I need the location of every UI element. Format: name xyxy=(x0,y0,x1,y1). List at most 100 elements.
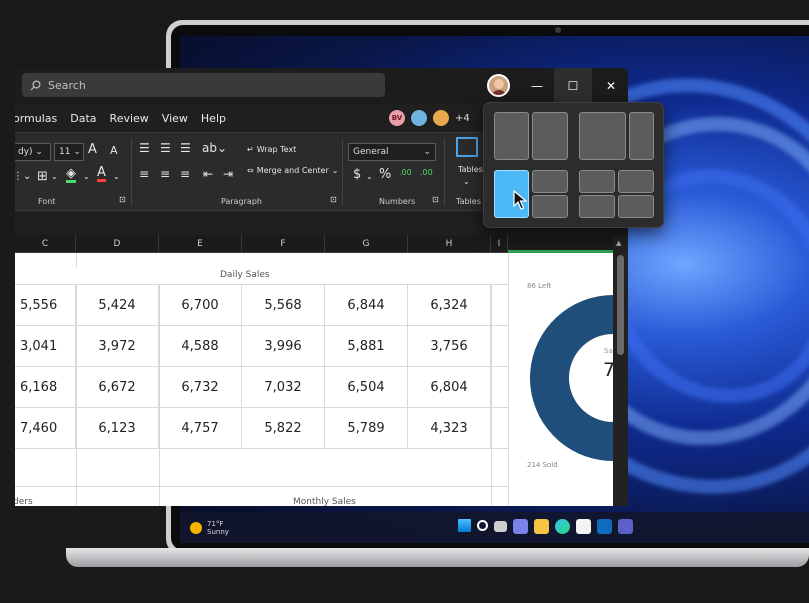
orientation-icon[interactable]: ab⌄ xyxy=(202,141,227,155)
shrink-font-button[interactable]: A xyxy=(110,144,118,157)
snap-zone-quad-top-right[interactable] xyxy=(618,170,654,193)
user-avatar[interactable] xyxy=(487,74,510,97)
number-format-dropdown[interactable]: General ⌄ xyxy=(348,143,436,161)
font-dialog-launcher-icon[interactable]: ⊡ xyxy=(119,195,126,204)
windows-start-icon[interactable] xyxy=(458,519,471,532)
tables-dropdown-icon[interactable]: ⌄ xyxy=(463,177,470,186)
snap-zone-quad-bottom-left[interactable] xyxy=(579,195,615,218)
snap-zone-quad-bottom-right[interactable] xyxy=(618,195,654,218)
edge-icon[interactable] xyxy=(555,519,570,534)
task-view-icon[interactable] xyxy=(494,521,507,532)
column-header-h[interactable]: H xyxy=(408,235,491,253)
fill-color-icon[interactable]: ◈ xyxy=(66,167,76,183)
table-cell[interactable]: 5,424 xyxy=(76,285,159,326)
search-box[interactable]: Search xyxy=(22,73,385,97)
tab-help[interactable]: Help xyxy=(201,112,226,125)
table-cell[interactable]: 5,789 xyxy=(325,408,408,449)
currency-dropdown-icon[interactable]: ⌄ xyxy=(366,172,373,181)
table-cell[interactable]: 6,123 xyxy=(76,408,159,449)
font-color-dropdown-icon[interactable]: ⌄ xyxy=(113,172,120,181)
align-top-icon[interactable]: ☰ xyxy=(139,141,150,155)
table-cell[interactable]: 6,324 xyxy=(408,285,491,326)
table-cell[interactable]: 3,996 xyxy=(242,326,325,367)
borders-icon[interactable]: ⊞ xyxy=(37,169,48,184)
snap-zone-half-left[interactable] xyxy=(494,112,529,160)
grow-font-button[interactable]: A xyxy=(88,142,97,157)
table-cell[interactable]: 6,804 xyxy=(408,367,491,408)
numbers-dialog-launcher-icon[interactable]: ⊡ xyxy=(432,195,439,204)
table-cell[interactable]: 7,032 xyxy=(242,367,325,408)
align-left-icon[interactable]: ≡ xyxy=(139,167,149,181)
chat-icon[interactable] xyxy=(513,519,528,534)
file-explorer-icon[interactable] xyxy=(534,519,549,534)
table-cell[interactable]: 5,568 xyxy=(242,285,325,326)
search-icon[interactable] xyxy=(477,520,488,531)
maximize-button[interactable]: ☐ xyxy=(554,68,592,104)
snap-zone-bottom-right[interactable] xyxy=(532,195,568,218)
font-name-dropdown[interactable]: dy) ⌄ xyxy=(15,143,51,161)
increase-decimal-button[interactable]: .00 xyxy=(399,168,412,177)
currency-button[interactable]: $ xyxy=(353,167,361,182)
fill-color-dropdown-icon[interactable]: ⌄ xyxy=(83,172,90,181)
column-header-i[interactable]: I xyxy=(491,235,508,253)
tables-button-label[interactable]: Tables xyxy=(458,165,483,174)
sales-donut-chart[interactable] xyxy=(509,253,613,506)
column-header-f[interactable]: F xyxy=(242,235,325,253)
tab-formulas[interactable]: ormulas xyxy=(15,112,57,125)
teams-icon[interactable] xyxy=(618,519,633,534)
table-cell[interactable]: 6,168 xyxy=(15,367,76,408)
align-right-icon[interactable]: ≡ xyxy=(180,167,190,181)
snap-zone-top-right[interactable] xyxy=(532,170,568,193)
table-cell[interactable]: 3,756 xyxy=(408,326,491,367)
borders-dropdown-icon[interactable]: ⌄ xyxy=(51,172,58,181)
table-cell[interactable]: 6,672 xyxy=(76,367,159,408)
increase-indent-icon[interactable]: ⇥ xyxy=(223,167,233,181)
collaborators[interactable]: BV +4 xyxy=(387,108,470,128)
column-header-c[interactable]: C xyxy=(15,235,76,253)
table-cell[interactable]: 5,881 xyxy=(325,326,408,367)
snap-zone-wide-left[interactable] xyxy=(579,112,626,160)
align-middle-icon[interactable]: ☰ xyxy=(160,141,171,155)
decrease-indent-icon[interactable]: ⇤ xyxy=(203,167,213,181)
vertical-scrollbar[interactable]: ▲ xyxy=(613,235,628,506)
align-bottom-icon[interactable]: ☰ xyxy=(180,141,191,155)
table-cell[interactable]: 6,732 xyxy=(159,367,242,408)
column-header-g[interactable]: G xyxy=(325,235,408,253)
close-button[interactable]: ✕ xyxy=(592,68,628,104)
font-color-icon[interactable]: A xyxy=(97,166,106,182)
table-cell[interactable]: 4,323 xyxy=(408,408,491,449)
donut-slice-sold[interactable] xyxy=(530,295,613,461)
align-center-icon[interactable]: ≡ xyxy=(160,167,170,181)
tab-data[interactable]: Data xyxy=(70,112,96,125)
weather-widget[interactable]: 71°F Sunny xyxy=(190,520,229,536)
outlook-icon[interactable] xyxy=(597,519,612,534)
column-header-d[interactable]: D xyxy=(76,235,159,253)
table-cell[interactable]: 4,757 xyxy=(159,408,242,449)
worksheet[interactable]: Daily Sales 5,556 5,424 6,700 5,568 6,844 6,3… xyxy=(15,253,615,506)
scroll-up-icon[interactable]: ▲ xyxy=(616,239,621,247)
paragraph-dialog-launcher-icon[interactable]: ⊡ xyxy=(330,195,337,204)
percent-button[interactable]: % xyxy=(379,167,391,182)
table-icon[interactable] xyxy=(456,137,478,157)
underline-icon[interactable]: ⋮⌄ xyxy=(15,171,31,182)
column-header-e[interactable]: E xyxy=(159,235,242,253)
table-cell[interactable]: 7,460 xyxy=(15,408,76,449)
scrollbar-thumb[interactable] xyxy=(617,255,624,355)
table-cell[interactable]: 5,822 xyxy=(242,408,325,449)
tab-view[interactable]: View xyxy=(162,112,188,125)
merge-center-button[interactable]: ⇔ Merge and Center ⌄ xyxy=(247,166,338,175)
snap-zone-narrow-right[interactable] xyxy=(629,112,654,160)
store-icon[interactable] xyxy=(576,519,591,534)
font-size-dropdown[interactable]: 11 ⌄ xyxy=(54,143,84,161)
snap-zone-half-right[interactable] xyxy=(532,112,568,160)
table-cell[interactable]: 5,556 xyxy=(15,285,76,326)
decrease-decimal-button[interactable]: .00 xyxy=(420,168,433,177)
snap-zone-quad-top-left[interactable] xyxy=(579,170,615,193)
table-cell[interactable]: 4,588 xyxy=(159,326,242,367)
table-cell[interactable]: 6,700 xyxy=(159,285,242,326)
table-cell[interactable]: 6,844 xyxy=(325,285,408,326)
wrap-text-button[interactable]: ↵ Wrap Text xyxy=(247,145,296,154)
table-cell[interactable]: 3,041 xyxy=(15,326,76,367)
tab-review[interactable]: Review xyxy=(110,112,149,125)
table-cell[interactable]: 6,504 xyxy=(325,367,408,408)
